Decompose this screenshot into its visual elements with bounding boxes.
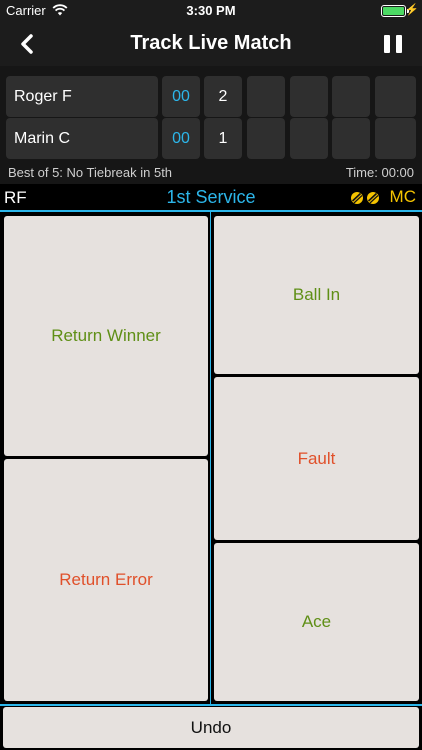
player-name: Roger F — [6, 76, 158, 117]
nav-bar: Track Live Match — [0, 22, 422, 66]
receiver-initials: MC — [389, 187, 416, 206]
vertical-divider — [210, 212, 211, 704]
battery-icon — [381, 5, 406, 17]
match-format: Best of 5: No Tiebreak in 5th — [8, 165, 173, 180]
set-score — [247, 76, 285, 117]
return-winner-button[interactable]: Return Winner — [4, 216, 208, 456]
match-timer: Time: 00:00 — [345, 165, 414, 180]
return-error-button[interactable]: Return Error — [4, 459, 208, 701]
set-score: 1 — [204, 118, 242, 159]
charging-icon: ⚡ — [405, 4, 419, 16]
scoreboard: Roger F 00 2 Marin C 00 1 Best of 5: No … — [0, 66, 422, 190]
status-bar: Carrier 3:30 PM ⚡ — [0, 0, 422, 22]
set-score — [375, 118, 416, 159]
ace-button[interactable]: Ace — [214, 543, 419, 701]
set-score — [290, 76, 328, 117]
pause-icon[interactable] — [382, 33, 404, 55]
set-score — [332, 76, 370, 117]
game-points: 00 — [162, 118, 200, 159]
fault-button[interactable]: Fault — [214, 377, 419, 540]
set-score — [247, 118, 285, 159]
player-name: Marin C — [6, 118, 158, 159]
set-score — [290, 118, 328, 159]
game-points: 00 — [162, 76, 200, 117]
clock: 3:30 PM — [186, 3, 236, 18]
set-score: 2 — [204, 76, 242, 117]
set-score — [332, 118, 370, 159]
set-score — [375, 76, 416, 117]
action-area: Return Winner Return Error Ball In Fault… — [0, 212, 422, 706]
undo-button[interactable]: Undo — [3, 707, 419, 748]
service-bar: RF 1st Service MC — [0, 184, 422, 212]
ball-in-button[interactable]: Ball In — [214, 216, 419, 374]
page-title: Track Live Match — [130, 32, 292, 54]
horizontal-divider — [0, 704, 422, 706]
match-info: Best of 5: No Tiebreak in 5th Time: 00:0… — [8, 165, 414, 180]
tennis-balls-icon — [351, 192, 379, 204]
